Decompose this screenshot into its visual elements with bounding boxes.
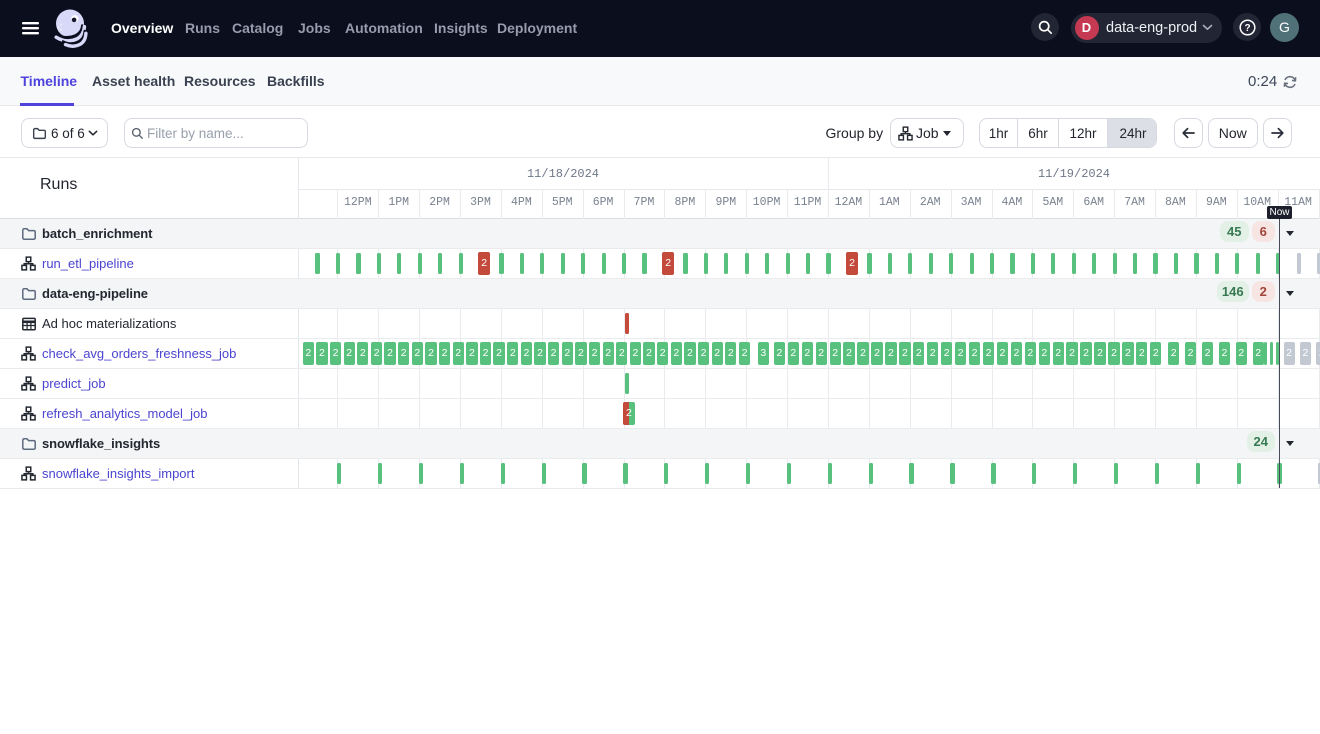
svg-text:?: ? xyxy=(1244,23,1250,34)
